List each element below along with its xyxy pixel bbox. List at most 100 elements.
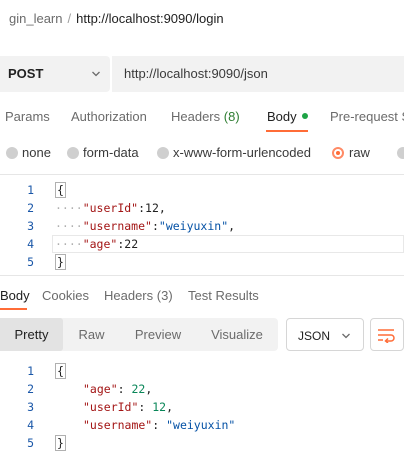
response-body-viewer: 1 { 2 "age": 22, 3 "userId": 12, 4 "user… bbox=[0, 362, 404, 452]
indent-dots: ···· bbox=[55, 237, 83, 251]
line-number: 1 bbox=[27, 183, 34, 197]
body-active-dot bbox=[301, 113, 308, 119]
url-value: http://localhost:9090/json bbox=[124, 66, 268, 81]
view-mode-preview[interactable]: Preview bbox=[120, 318, 196, 351]
active-tab-indicator bbox=[266, 130, 308, 132]
body-type-group: none form-data x-www-form-urlencoded raw… bbox=[0, 143, 404, 163]
response-line: 4 "username": "weiyuxin" bbox=[0, 416, 404, 434]
divider bbox=[0, 174, 404, 175]
response-format-label: JSON bbox=[298, 329, 331, 343]
json-colon: : bbox=[138, 201, 146, 215]
tab-params[interactable]: Params bbox=[5, 109, 50, 124]
radio-form-data[interactable] bbox=[67, 147, 79, 159]
breadcrumb: gin_learn / http://localhost:9090/login bbox=[9, 11, 224, 26]
tab-body-label: Body bbox=[267, 109, 297, 124]
breadcrumb-collection[interactable]: gin_learn bbox=[9, 11, 63, 26]
json-key: "username" bbox=[82, 219, 152, 233]
response-line: 2 "age": 22, bbox=[0, 380, 404, 398]
json-value: 12 bbox=[152, 400, 167, 414]
response-tab-body[interactable]: Body bbox=[0, 288, 30, 303]
response-line: 3 "userId": 12, bbox=[0, 398, 404, 416]
json-colon: : bbox=[152, 418, 167, 432]
divider bbox=[0, 275, 404, 276]
editor-line: 1 { bbox=[0, 181, 404, 199]
json-comma: , bbox=[158, 201, 166, 215]
line-number: 5 bbox=[27, 436, 34, 450]
response-tabs: Body Cookies Headers (3) Test Results bbox=[0, 284, 404, 310]
indent-dots: ···· bbox=[55, 201, 83, 215]
json-comma: , bbox=[145, 382, 153, 396]
line-number: 4 bbox=[27, 237, 34, 251]
view-mode-switcher: Pretty Raw Preview Visualize bbox=[0, 318, 278, 351]
json-value: 22 bbox=[131, 382, 146, 396]
body-type-form-data-label[interactable]: form-data bbox=[83, 145, 139, 160]
json-colon: : bbox=[117, 382, 132, 396]
view-mode-raw[interactable]: Raw bbox=[63, 318, 120, 351]
tab-body[interactable]: Body bbox=[267, 109, 308, 124]
view-mode-pretty[interactable]: Pretty bbox=[0, 318, 63, 351]
code-text: "userId": 12, bbox=[83, 400, 173, 414]
tab-pre-request[interactable]: Pre-request S bbox=[330, 109, 404, 124]
open-brace: { bbox=[55, 363, 66, 379]
json-key: "age" bbox=[83, 382, 118, 396]
response-tab-cookies[interactable]: Cookies bbox=[42, 288, 89, 303]
json-colon: : bbox=[151, 219, 159, 233]
body-type-urlencoded-label[interactable]: x-www-form-urlencoded bbox=[173, 145, 311, 160]
json-key: "userId" bbox=[82, 201, 139, 215]
wrap-lines-icon bbox=[378, 329, 395, 343]
chevron-down-icon bbox=[92, 71, 100, 77]
response-active-tab-indicator bbox=[0, 308, 27, 310]
code-text: ····"userId":12, bbox=[55, 201, 166, 215]
editor-line: 2 ····"userId":12, bbox=[0, 199, 404, 217]
tab-authorization-label: Authorization bbox=[71, 109, 147, 124]
code-text: "age": 22, bbox=[83, 382, 152, 396]
editor-line: 3 ····"username":"weiyuxin", bbox=[0, 217, 404, 235]
url-input[interactable]: http://localhost:9090/json bbox=[112, 56, 404, 92]
method-select[interactable]: POST bbox=[0, 56, 110, 92]
json-value: 22 bbox=[124, 237, 139, 251]
json-key: "age" bbox=[82, 237, 118, 251]
code-text: ····"age":22 bbox=[55, 237, 138, 251]
line-number: 2 bbox=[27, 201, 34, 215]
response-tab-headers[interactable]: Headers (3) bbox=[104, 288, 173, 303]
editor-line: 5 } bbox=[0, 253, 404, 271]
body-type-raw-label[interactable]: raw bbox=[349, 145, 370, 160]
editor-line: 4 ····"age":22 bbox=[0, 235, 404, 253]
json-value: "weiyuxin" bbox=[166, 418, 236, 432]
request-tabs: Params Authorization Headers (8) Body Pr… bbox=[0, 103, 404, 133]
radio-binary[interactable] bbox=[397, 147, 404, 159]
close-brace: } bbox=[55, 435, 66, 451]
wrap-lines-button[interactable] bbox=[370, 318, 404, 351]
tab-headers[interactable]: Headers (8) bbox=[171, 109, 240, 124]
radio-none[interactable] bbox=[6, 147, 18, 159]
tab-authorization[interactable]: Authorization bbox=[71, 109, 147, 124]
line-number: 1 bbox=[27, 364, 34, 378]
line-number: 2 bbox=[27, 382, 34, 396]
response-format-select[interactable]: JSON bbox=[286, 318, 364, 351]
request-bar: POST http://localhost:9090/json bbox=[0, 56, 404, 92]
response-tab-headers-label: Headers bbox=[104, 288, 154, 303]
line-number: 5 bbox=[27, 255, 34, 269]
close-brace: } bbox=[55, 254, 66, 270]
radio-raw[interactable] bbox=[332, 147, 344, 159]
json-value: 12 bbox=[145, 201, 159, 215]
breadcrumb-request[interactable]: http://localhost:9090/login bbox=[76, 11, 223, 26]
json-colon: : bbox=[138, 400, 153, 414]
response-tab-test-results[interactable]: Test Results bbox=[188, 288, 259, 303]
body-type-none-label[interactable]: none bbox=[22, 145, 51, 160]
breadcrumb-separator: / bbox=[67, 11, 72, 26]
json-comma: , bbox=[228, 219, 236, 233]
open-brace: { bbox=[55, 182, 66, 198]
line-number: 3 bbox=[27, 219, 34, 233]
chevron-down-icon bbox=[342, 333, 350, 339]
request-body-editor[interactable]: 1 { 2 ····"userId":12, 3 ····"username":… bbox=[0, 181, 404, 273]
code-text: } bbox=[55, 254, 66, 270]
response-line: 1 { bbox=[0, 362, 404, 380]
tab-headers-count: (8) bbox=[223, 109, 240, 124]
radio-x-www-form-urlencoded[interactable] bbox=[157, 147, 169, 159]
tab-headers-label: Headers bbox=[171, 109, 221, 124]
view-mode-visualize[interactable]: Visualize bbox=[196, 318, 278, 351]
json-comma: , bbox=[166, 400, 174, 414]
line-number: 3 bbox=[27, 400, 34, 414]
response-tab-headers-count: (3) bbox=[156, 288, 173, 303]
